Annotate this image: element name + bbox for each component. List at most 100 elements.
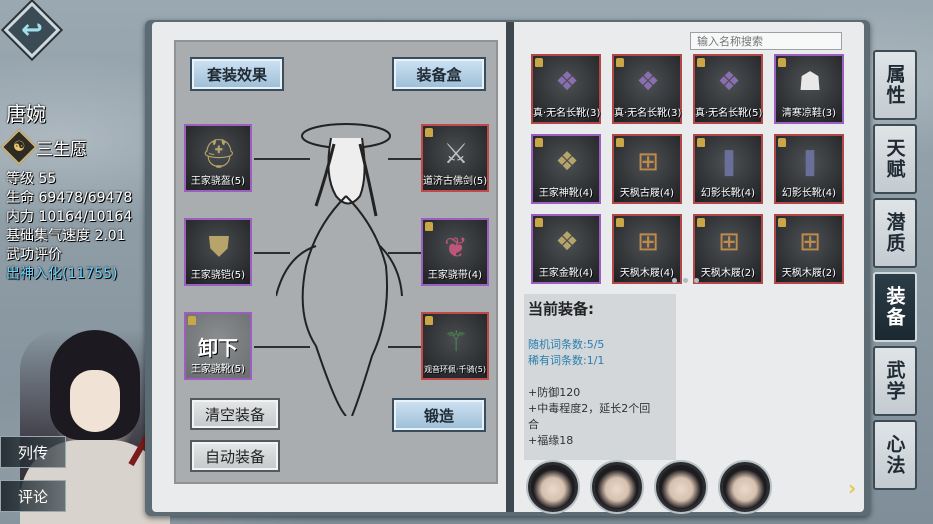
yin-yang-icon: ☯	[0, 128, 38, 166]
slot-head[interactable]: ⛑ 王家骁盔(5)	[184, 124, 252, 192]
lock-icon	[697, 218, 705, 227]
lock-icon	[778, 58, 786, 67]
lock-icon	[425, 316, 433, 325]
inventory-item[interactable]: ❖ 真·无名长靴(3)	[531, 54, 601, 124]
boots-icon: ❚	[799, 147, 821, 177]
lock-icon	[616, 138, 624, 147]
inventory-item[interactable]: ❚ 幻影长靴(4)	[774, 134, 844, 204]
slot-accessory[interactable]: ⚚ 观音环佩·千骑(5)	[421, 312, 489, 380]
item-name: 王家神靴(4)	[538, 188, 594, 199]
effect-line: 合	[528, 418, 539, 431]
search-input[interactable]	[690, 32, 842, 50]
character-stats: 等级 55 生命 69478/69478 内力 10164/10164 基础集气…	[6, 170, 132, 284]
slot-boots[interactable]: 卸下 王家骁靴(5)	[184, 312, 252, 380]
lock-icon	[616, 58, 624, 67]
stat-hp: 生命 69478/69478	[6, 190, 133, 206]
stat-rating-label: 武功评价	[6, 247, 62, 263]
inventory-item[interactable]: ⊞ 天枫木屐(4)	[612, 214, 682, 284]
party-avatar[interactable]	[720, 462, 770, 512]
boots-icon: ❖	[717, 67, 741, 97]
stat-level: 等级 55	[6, 171, 57, 187]
item-name: 真·无名长靴(5)	[695, 108, 763, 119]
item-name: 天枫木屐(4)	[619, 268, 675, 279]
unequip-label[interactable]: 卸下	[186, 332, 250, 361]
inventory-item[interactable]: ⊞ 天枫古屐(4)	[612, 134, 682, 204]
forge-button[interactable]: 锻造	[392, 398, 486, 432]
inventory-item[interactable]: ❚ 幻影长靴(4)	[693, 134, 763, 204]
item-name: 天枫古屐(4)	[619, 188, 675, 199]
boots-icon: ⊞	[637, 227, 659, 257]
character-sketch	[276, 123, 403, 416]
item-name: 幻影长靴(4)	[700, 188, 756, 199]
auto-equip-button[interactable]: 自动装备	[190, 440, 280, 472]
belt-icon: ❦	[444, 230, 468, 264]
boots-icon: ❖	[555, 67, 579, 97]
boots-icon: ☗	[798, 67, 822, 97]
boots-icon: ❚	[718, 147, 740, 177]
boots-icon: ⊞	[718, 227, 740, 257]
boots-icon: ❖	[555, 147, 579, 177]
character-trait[interactable]: ☯ 三生愿	[0, 128, 87, 166]
stat-mp: 内力 10164/10164	[6, 209, 133, 225]
stat-speed: 基础集气速度 2.01	[6, 228, 126, 244]
armor-icon: ⛊	[208, 230, 230, 263]
tab-potential[interactable]: 潜质	[873, 198, 917, 268]
stat-rating-value: 出神入化(11755)	[6, 266, 118, 282]
tab-talent[interactable]: 天赋	[873, 124, 917, 194]
chevron-right-icon[interactable]: ›	[848, 476, 856, 500]
trait-label: 三生愿	[36, 139, 87, 160]
item-name: 清寒凉鞋(3)	[781, 108, 837, 119]
boots-icon: ❖	[555, 227, 579, 257]
comment-button[interactable]: 评论	[0, 480, 66, 512]
lock-icon	[535, 138, 543, 147]
party-avatar[interactable]	[656, 462, 706, 512]
lock-icon	[616, 218, 624, 227]
clear-equip-button[interactable]: 清空装备	[190, 398, 280, 430]
inventory-item[interactable]: ☗ 清寒凉鞋(3)	[774, 54, 844, 124]
lock-icon	[535, 218, 543, 227]
jade-pendant-icon: ⚚	[443, 324, 469, 358]
tab-mind-method[interactable]: 心法	[873, 420, 917, 490]
equip-box-button[interactable]: 装备盒	[392, 57, 486, 91]
book-spine	[506, 22, 514, 512]
item-name: 天枫木屐(2)	[700, 268, 756, 279]
tab-equipment[interactable]: 装备	[873, 272, 917, 342]
back-button[interactable]: ↩	[3, 1, 61, 59]
lock-icon	[697, 58, 705, 67]
back-arrow-icon: ↩	[21, 15, 43, 45]
lock-icon	[535, 58, 543, 67]
party-avatar[interactable]	[528, 462, 578, 512]
effect-line: +中毒程度2，延长2个回	[528, 402, 651, 415]
lock-icon	[425, 128, 433, 137]
inventory-item[interactable]: ❖ 王家金靴(4)	[531, 214, 601, 284]
current-equip-title: 当前装备:	[528, 300, 594, 318]
inventory-item[interactable]: ❖ 王家神靴(4)	[531, 134, 601, 204]
character-name: 唐婉	[6, 102, 46, 126]
item-name: 真·无名长靴(3)	[533, 108, 601, 119]
item-name: 真·无名长靴(3)	[614, 108, 682, 119]
item-name: 幻影长靴(4)	[781, 188, 837, 199]
biography-button[interactable]: 列传	[0, 436, 66, 468]
slot-belt[interactable]: ❦ 王家骁带(4)	[421, 218, 489, 286]
inventory-item[interactable]: ⊞ 天枫木屐(2)	[774, 214, 844, 284]
helmet-icon: ⛑	[201, 136, 237, 170]
tab-martial-arts[interactable]: 武学	[873, 346, 917, 416]
rare-affix-count: 稀有词条数:1/1	[528, 354, 605, 367]
sword-icon: ⚔	[443, 136, 469, 170]
effect-line: +福缘18	[528, 434, 574, 447]
lock-icon	[425, 222, 433, 231]
boots-icon: ❖	[636, 67, 660, 97]
party-avatar[interactable]	[592, 462, 642, 512]
lock-icon	[188, 316, 196, 325]
inventory-item[interactable]: ❖ 真·无名长靴(5)	[693, 54, 763, 124]
boots-icon: ⊞	[637, 147, 659, 177]
item-name: 天枫木屐(2)	[781, 268, 837, 279]
tab-attributes[interactable]: 属性	[873, 50, 917, 120]
random-affix-count: 随机词条数:5/5	[528, 338, 605, 351]
slot-weapon[interactable]: ⚔ 道济古佛剑(5)	[421, 124, 489, 192]
slot-armor[interactable]: ⛊ 王家骁铠(5)	[184, 218, 252, 286]
inventory-item[interactable]: ❖ 真·无名长靴(3)	[612, 54, 682, 124]
scroll-indicator	[672, 278, 699, 283]
inventory-item[interactable]: ⊞ 天枫木屐(2)	[693, 214, 763, 284]
set-effect-button[interactable]: 套装效果	[190, 57, 284, 91]
